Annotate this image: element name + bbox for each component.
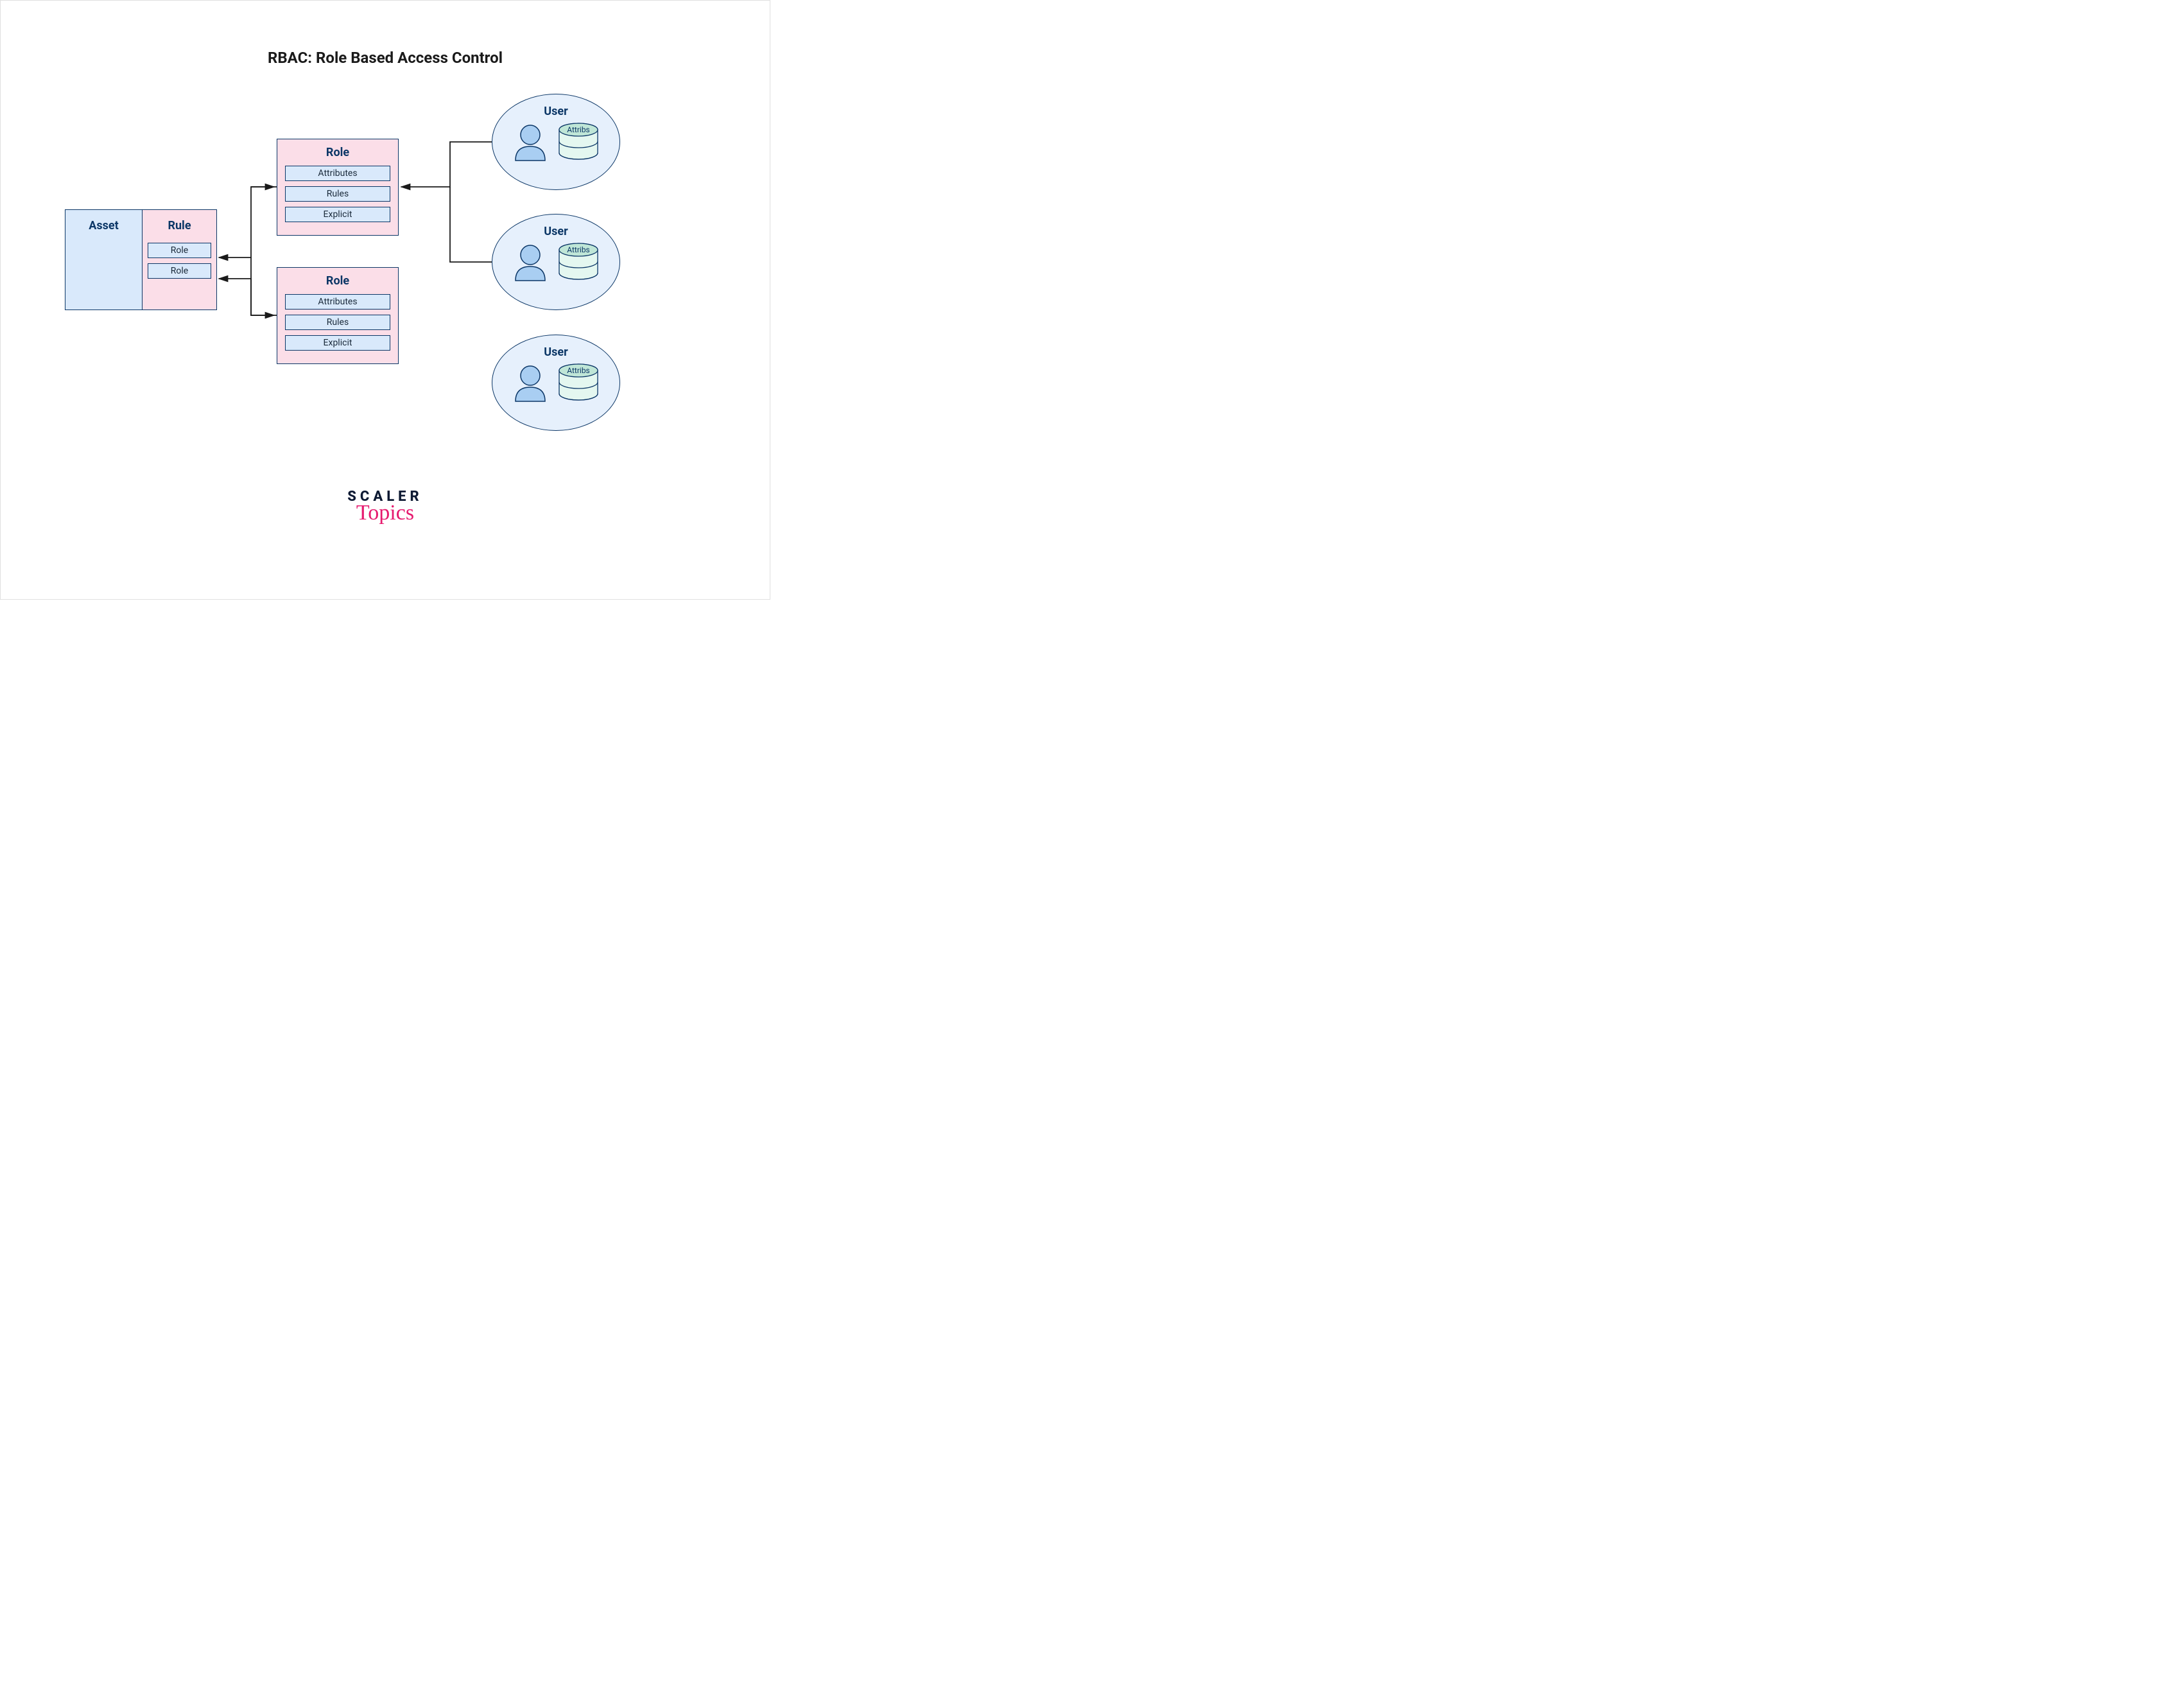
role-card: Role Attributes Rules Explicit bbox=[277, 139, 399, 236]
user-ellipse: User Attribs bbox=[492, 94, 620, 190]
user-title: User bbox=[492, 225, 620, 238]
role-title: Role bbox=[285, 146, 390, 159]
attribs-db-icon: Attribs bbox=[557, 363, 600, 403]
footer-logo: SCALER Topics bbox=[1, 489, 770, 525]
role-item-attributes: Attributes bbox=[285, 166, 390, 181]
role-title: Role bbox=[285, 274, 390, 288]
role-item-rules: Rules bbox=[285, 186, 390, 202]
asset-box: Asset bbox=[65, 210, 143, 310]
user-avatar-icon bbox=[512, 242, 549, 282]
attribs-db-label: Attribs bbox=[567, 245, 590, 254]
user-title: User bbox=[492, 105, 620, 118]
logo-topics-text: Topics bbox=[1, 501, 770, 525]
asset-label: Asset bbox=[89, 219, 118, 232]
role-card: Role Attributes Rules Explicit bbox=[277, 267, 399, 364]
role-item-attributes: Attributes bbox=[285, 294, 390, 310]
user-ellipse: User Attribs bbox=[492, 214, 620, 310]
role-item-rules: Rules bbox=[285, 315, 390, 330]
user-avatar-icon bbox=[512, 363, 549, 403]
rule-item-role: Role bbox=[148, 243, 211, 258]
user-title: User bbox=[492, 345, 620, 359]
attribs-db-label: Attribs bbox=[567, 125, 590, 134]
rule-box: Rule Role Role bbox=[143, 210, 216, 310]
asset-rule-group: Asset Rule Role Role bbox=[65, 209, 217, 310]
role-item-explicit: Explicit bbox=[285, 207, 390, 222]
attribs-db-label: Attribs bbox=[567, 366, 590, 375]
user-ellipse: User Attribs bbox=[492, 335, 620, 431]
rule-label: Rule bbox=[148, 219, 211, 232]
role-item-explicit: Explicit bbox=[285, 335, 390, 351]
rule-item-role: Role bbox=[148, 263, 211, 279]
diagram-title: RBAC: Role Based Access Control bbox=[1, 49, 770, 67]
attribs-db-icon: Attribs bbox=[557, 122, 600, 162]
attribs-db-icon: Attribs bbox=[557, 242, 600, 282]
user-avatar-icon bbox=[512, 122, 549, 162]
